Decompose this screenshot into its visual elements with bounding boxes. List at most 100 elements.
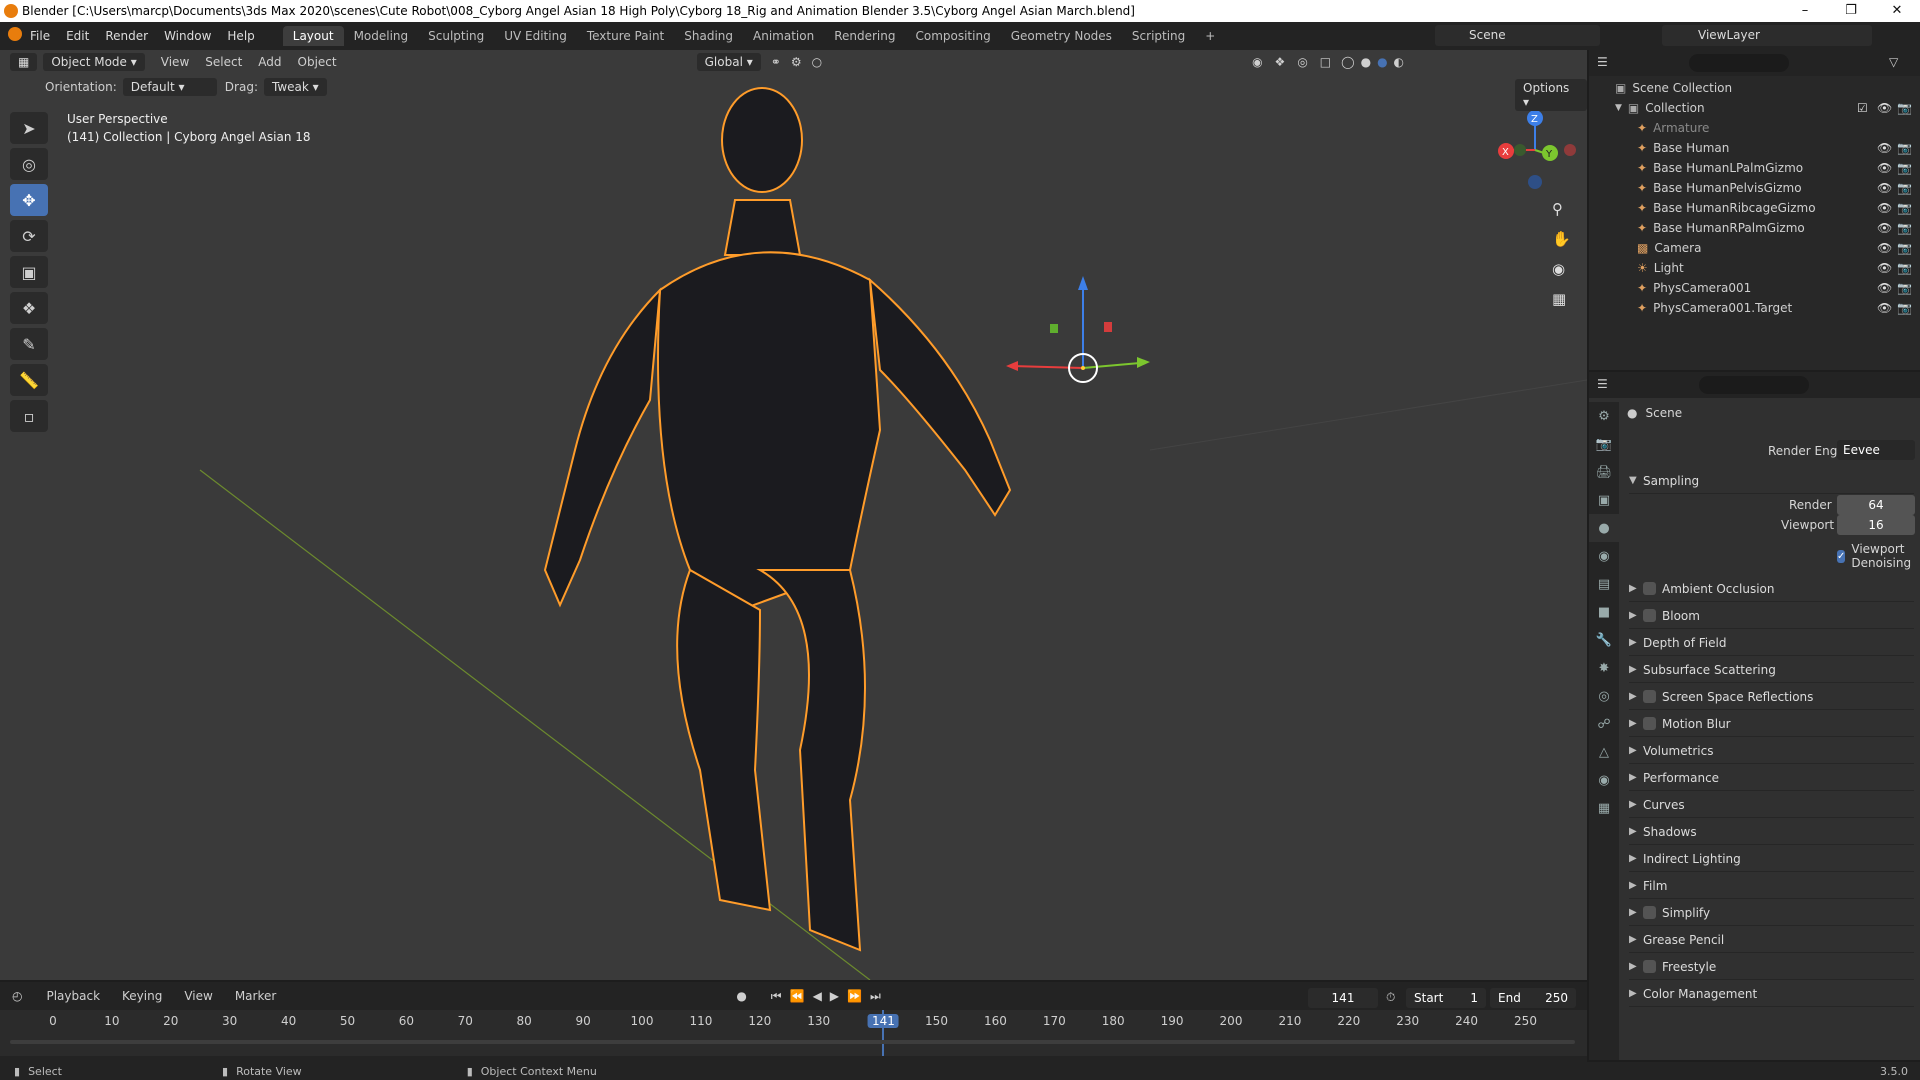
tab-geometry-nodes[interactable]: Geometry Nodes	[1001, 26, 1122, 46]
tab-sculpting[interactable]: Sculpting	[418, 26, 494, 46]
outliner-row-scene-collection[interactable]: ▣ Scene Collection	[1589, 78, 1920, 98]
outliner-row-physcamera-target[interactable]: ✦ PhysCamera001.Target 👁 📷	[1589, 298, 1920, 318]
prev-keyframe-icon[interactable]: ⏪	[790, 989, 805, 1003]
panel-indirect-lighting[interactable]: ▶ Indirect Lighting	[1629, 846, 1914, 872]
gizmo-toggle-icon[interactable]: ❖	[1275, 55, 1286, 69]
pan-hand-icon[interactable]: ✋	[1552, 230, 1578, 260]
close-icon[interactable]: ✕	[1874, 0, 1920, 22]
overlay-toggle-icon[interactable]: ◎	[1297, 55, 1307, 69]
outliner-row-collection[interactable]: ▼ ▣ Collection ☑ 👁 📷	[1589, 98, 1920, 118]
tab-scripting[interactable]: Scripting	[1122, 26, 1195, 46]
outliner-row-physcamera[interactable]: ✦ PhysCamera001 👁 📷	[1589, 278, 1920, 298]
tool-tab-icon[interactable]: ⚙	[1589, 402, 1619, 430]
move-tool-icon[interactable]: ✥	[10, 184, 48, 216]
render-camera-icon[interactable]: 📷	[1897, 241, 1912, 255]
annotate-tool-icon[interactable]: ✎	[10, 328, 48, 360]
play-icon[interactable]: ▶	[830, 989, 839, 1003]
menu-file[interactable]: File	[30, 29, 50, 43]
filter-icon[interactable]: ▽	[1889, 55, 1898, 69]
scale-tool-icon[interactable]: ▣	[10, 256, 48, 288]
panel-motion-blur[interactable]: ▶ Motion Blur	[1629, 711, 1914, 737]
visibility-icon[interactable]: ◉	[1252, 55, 1262, 69]
view-layer-selector[interactable]: ViewLayer	[1662, 25, 1872, 46]
panel-checkbox[interactable]	[1643, 690, 1656, 703]
menu-view[interactable]: View	[161, 55, 189, 69]
menu-object[interactable]: Object	[298, 55, 337, 69]
render-engine-dropdown[interactable]: Eevee	[1837, 440, 1915, 460]
outliner-row-lpalm-gizmo[interactable]: ✦ Base HumanLPalmGizmo 👁 📷	[1589, 158, 1920, 178]
next-keyframe-icon[interactable]: ⏩	[847, 989, 862, 1003]
outliner-row-base-human[interactable]: ✦ Base Human 👁 📷	[1589, 138, 1920, 158]
tab-rendering[interactable]: Rendering	[824, 26, 905, 46]
tab-shading[interactable]: Shading	[674, 26, 743, 46]
outliner-search-input[interactable]	[1689, 54, 1789, 72]
perspective-toggle-icon[interactable]: ▦	[1552, 290, 1578, 320]
3d-viewport[interactable]: Z X Y ▦ Object Mode ▾ View Select Add Ob…	[0, 50, 1587, 980]
transform-orientation-selector[interactable]: Global ▾	[696, 53, 761, 71]
visibility-eye-icon[interactable]: 👁	[1877, 161, 1892, 175]
physics-tab-icon[interactable]: ◎	[1589, 682, 1619, 710]
panel-checkbox[interactable]	[1643, 609, 1656, 622]
orientation-selector[interactable]: Default ▾	[122, 78, 217, 96]
panel-sampling[interactable]: ▼ Sampling	[1629, 468, 1914, 494]
measure-tool-icon[interactable]: 📏	[10, 364, 48, 396]
tab-texture-paint[interactable]: Texture Paint	[577, 26, 674, 46]
visibility-eye-icon[interactable]: 👁	[1877, 181, 1892, 195]
outliner-row-camera[interactable]: ▩ Camera 👁 📷	[1589, 238, 1920, 258]
camera-view-icon[interactable]: ◉	[1552, 260, 1578, 290]
panel-ambient-occlusion[interactable]: ▶ Ambient Occlusion	[1629, 576, 1914, 602]
mode-selector[interactable]: Object Mode ▾	[43, 53, 145, 71]
render-camera-icon[interactable]: 📷	[1897, 261, 1912, 275]
zoom-icon[interactable]: ⚲	[1552, 200, 1578, 230]
tab-animation[interactable]: Animation	[743, 26, 824, 46]
panel-simplify[interactable]: ▶ Simplify	[1629, 900, 1914, 926]
panel-volumetrics[interactable]: ▶ Volumetrics	[1629, 738, 1914, 764]
panel-screen-space-reflections[interactable]: ▶ Screen Space Reflections	[1629, 684, 1914, 710]
data-tab-icon[interactable]: △	[1589, 738, 1619, 766]
rotate-tool-icon[interactable]: ⟳	[10, 220, 48, 252]
view-layer-tab-icon[interactable]: ▣	[1589, 486, 1619, 514]
render-tab-icon[interactable]: 📷	[1589, 430, 1619, 458]
add-cube-tool-icon[interactable]: ▫	[10, 400, 48, 432]
menu-timeline-view[interactable]: View	[184, 989, 212, 1003]
tab-uv-editing[interactable]: UV Editing	[494, 26, 577, 46]
timeline-scrollbar[interactable]	[10, 1040, 1575, 1044]
visibility-eye-icon[interactable]: 👁	[1877, 301, 1892, 315]
select-tool-icon[interactable]: ➤	[10, 112, 48, 144]
pivot-icon[interactable]: ⚭	[771, 55, 781, 69]
panel-depth-of-field[interactable]: ▶ Depth of Field	[1629, 630, 1914, 656]
modifier-tab-icon[interactable]: 🔧	[1589, 626, 1619, 654]
render-camera-icon[interactable]: 📷	[1897, 201, 1912, 215]
properties-editor-type-icon[interactable]: ☰	[1597, 377, 1608, 391]
visibility-eye-icon[interactable]: 👁	[1877, 201, 1892, 215]
viewport-samples-field[interactable]: 16	[1837, 515, 1915, 535]
material-shading-icon[interactable]: ●	[1377, 55, 1387, 69]
panel-curves[interactable]: ▶ Curves	[1629, 792, 1914, 818]
timeline-editor-type-icon[interactable]: ◴	[12, 989, 22, 1003]
blender-menu-icon[interactable]	[8, 27, 22, 41]
visibility-eye-icon[interactable]: 👁	[1877, 101, 1892, 115]
output-tab-icon[interactable]: 🖨	[1589, 458, 1619, 486]
render-camera-icon[interactable]: 📷	[1897, 181, 1912, 195]
panel-grease-pencil[interactable]: ▶ Grease Pencil	[1629, 927, 1914, 953]
object-tab-icon[interactable]: ■	[1589, 598, 1619, 626]
cursor-tool-icon[interactable]: ◎	[10, 148, 48, 180]
solid-shading-icon[interactable]: ●	[1361, 55, 1371, 69]
menu-edit[interactable]: Edit	[66, 29, 89, 43]
scene-tab-icon[interactable]: ●	[1589, 514, 1619, 542]
menu-window[interactable]: Window	[164, 29, 211, 43]
drag-selector[interactable]: Tweak ▾	[263, 78, 327, 96]
scene-selector[interactable]: Scene	[1435, 25, 1600, 46]
play-reverse-icon[interactable]: ◀	[813, 989, 822, 1003]
menu-keying[interactable]: Keying	[122, 989, 162, 1003]
menu-help[interactable]: Help	[227, 29, 254, 43]
world-tab-icon[interactable]: ◉	[1589, 542, 1619, 570]
wireframe-shading-icon[interactable]: ◯	[1341, 55, 1354, 69]
maximize-icon[interactable]: ❐	[1828, 0, 1874, 22]
visibility-eye-icon[interactable]: 👁	[1877, 241, 1892, 255]
material-tab-icon[interactable]: ◉	[1589, 766, 1619, 794]
add-workspace-button[interactable]: +	[1195, 26, 1225, 46]
panel-checkbox[interactable]	[1643, 582, 1656, 595]
panel-checkbox[interactable]	[1643, 960, 1656, 973]
outliner-row-rpalm-gizmo[interactable]: ✦ Base HumanRPalmGizmo 👁 📷	[1589, 218, 1920, 238]
